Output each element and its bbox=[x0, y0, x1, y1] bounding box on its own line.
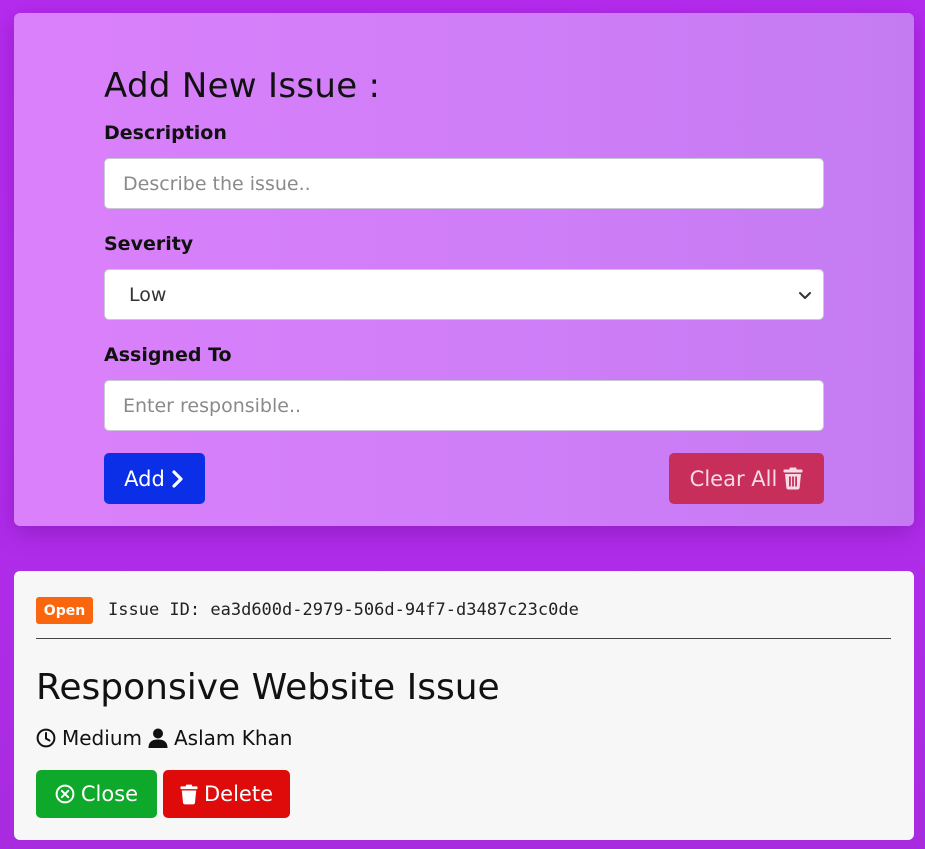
delete-issue-button[interactable]: Delete bbox=[163, 770, 290, 818]
clear-all-button-label: Clear All bbox=[689, 466, 778, 491]
clear-all-button[interactable]: Clear All bbox=[669, 453, 824, 504]
issue-meta: Medium Aslam Khan bbox=[36, 726, 292, 750]
delete-button-label: Delete bbox=[204, 782, 273, 806]
close-issue-button[interactable]: Close bbox=[36, 770, 157, 818]
severity-selected-value: Low bbox=[129, 283, 167, 306]
trash-icon bbox=[180, 784, 198, 804]
chevron-right-icon bbox=[172, 469, 183, 488]
chevron-down-icon bbox=[799, 291, 811, 299]
add-button[interactable]: Add bbox=[104, 453, 205, 504]
issue-assignee: Aslam Khan bbox=[173, 726, 293, 750]
issue-severity: Medium bbox=[62, 726, 142, 750]
description-input[interactable] bbox=[104, 158, 824, 209]
assigned-to-input[interactable] bbox=[104, 380, 824, 431]
description-label: Description bbox=[104, 122, 227, 144]
clock-icon bbox=[36, 728, 56, 748]
severity-label: Severity bbox=[104, 233, 194, 255]
status-badge: Open bbox=[36, 597, 93, 624]
severity-select[interactable]: Low bbox=[104, 269, 824, 320]
issue-card: Open Issue ID: ea3d600d-2979-506d-94f7-d… bbox=[14, 571, 914, 840]
add-button-label: Add bbox=[124, 466, 165, 491]
assigned-to-label: Assigned To bbox=[104, 344, 232, 366]
times-circle-icon bbox=[55, 784, 75, 804]
issue-id-row: Issue ID: ea3d600d-2979-506d-94f7-d3487c… bbox=[108, 600, 579, 620]
trash-icon bbox=[783, 467, 803, 490]
form-title: Add New Issue : bbox=[104, 66, 381, 106]
add-issue-form: Add New Issue : Description Severity Low… bbox=[14, 13, 914, 526]
issue-title: Responsive Website Issue bbox=[36, 667, 500, 708]
user-icon bbox=[148, 728, 168, 748]
issue-divider bbox=[36, 638, 891, 639]
close-button-label: Close bbox=[80, 782, 139, 806]
issue-id-label: Issue ID: bbox=[108, 600, 201, 620]
issue-id-value: ea3d600d-2979-506d-94f7-d3487c23c0de bbox=[210, 600, 579, 620]
